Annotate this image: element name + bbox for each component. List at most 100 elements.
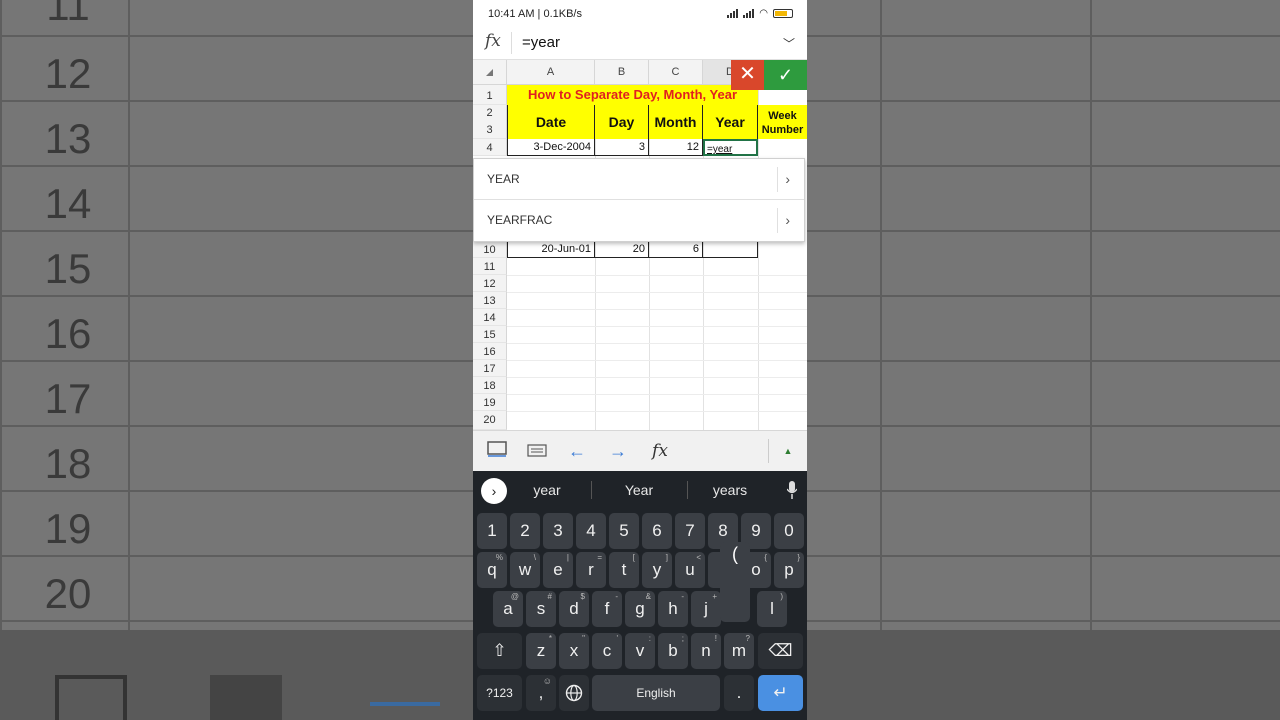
row-header[interactable]: 10 <box>473 241 507 258</box>
background-zoom-left: 11 12 13 14 15 16 17 18 19 20 <box>0 0 473 720</box>
key-b[interactable]: b; <box>658 633 688 669</box>
row-header[interactable]: 1 <box>473 85 507 105</box>
autocomplete-label: YEAR <box>487 172 520 186</box>
key-t[interactable]: t[ <box>609 552 639 588</box>
status-time: 10:41 AM | 0.1KB/s <box>488 8 582 20</box>
key-v[interactable]: v: <box>625 633 655 669</box>
bg-row-number: 17 <box>44 375 92 422</box>
key-c[interactable]: c ' <box>592 633 622 669</box>
cell-b4[interactable]: 3 <box>595 139 649 156</box>
bg-row-number: 16 <box>44 310 92 357</box>
row-header[interactable]: 17 <box>473 360 507 377</box>
suggestion-word[interactable]: years <box>685 482 775 498</box>
globe-icon[interactable] <box>559 675 589 711</box>
bg-row-number: 11 <box>46 0 90 29</box>
bg-row-number: 18 <box>44 440 92 487</box>
header-week-line1: Week <box>768 110 797 122</box>
sheet-title-cell[interactable]: How to Separate Day, Month, Year <box>507 85 758 105</box>
header-week-line2: Number <box>761 124 804 136</box>
cell-b10[interactable]: 20 <box>595 241 649 258</box>
status-bar: 10:41 AM | 0.1KB/s ◠ <box>473 0 807 26</box>
fx-label: fx <box>485 31 501 51</box>
column-header-b[interactable]: B <box>595 60 649 85</box>
expand-up-icon[interactable]: ▲ <box>778 439 798 463</box>
header-cell-date[interactable]: Date <box>507 105 595 139</box>
header-cell-week-number[interactable]: Week Number <box>758 105 807 139</box>
row-header[interactable]: 11 <box>473 258 507 275</box>
header-cell-month[interactable]: Month <box>649 105 703 139</box>
cell-c10[interactable]: 6 <box>649 241 703 258</box>
column-header-c[interactable]: C <box>649 60 703 85</box>
key-n[interactable]: n! <box>691 633 721 669</box>
cell-a10[interactable]: 20-Jun-01 <box>507 241 595 258</box>
chevron-right-icon[interactable]: › <box>777 159 790 200</box>
key-l[interactable]: l) <box>757 591 787 627</box>
select-icon[interactable] <box>485 439 509 463</box>
arrow-left-icon[interactable]: ← <box>565 439 589 463</box>
cell-c4[interactable]: 12 <box>649 139 703 156</box>
function-autocomplete: YEAR › YEARFRAC › <box>473 158 805 242</box>
key-a[interactable]: a @ <box>493 591 523 627</box>
key-p[interactable]: p} <box>774 552 804 588</box>
bg-row-number: 19 <box>44 505 92 552</box>
bg-row-number: 13 <box>44 115 92 162</box>
row-header[interactable]: 12 <box>473 275 507 292</box>
autocomplete-item-yearfrac[interactable]: YEARFRAC › <box>474 200 804 241</box>
phone-screen: 10:41 AM | 0.1KB/s ◠ fx =year ﹀ A B C D <box>473 0 807 720</box>
key-x[interactable]: x " <box>559 633 589 669</box>
formula-bar[interactable]: fx =year ﹀ <box>473 26 807 60</box>
key-m[interactable]: m? <box>724 633 754 669</box>
space-key[interactable]: English <box>592 675 720 711</box>
chevron-right-icon[interactable]: › <box>777 200 790 241</box>
header-cell-day[interactable]: Day <box>595 105 649 139</box>
row-header[interactable]: 4 <box>473 139 507 156</box>
backspace-icon[interactable]: ⌫ <box>758 633 803 669</box>
row-header[interactable]: 18 <box>473 377 507 394</box>
key-press-popup: ( <box>720 542 750 622</box>
row-header[interactable]: 15 <box>473 326 507 343</box>
row-header[interactable]: 3 <box>473 122 507 139</box>
sheet-toolbar: ← → fx ▲ <box>473 430 807 471</box>
signal-icon <box>743 9 755 18</box>
microphone-icon[interactable] <box>787 481 797 499</box>
fx-icon[interactable]: fx <box>647 439 673 463</box>
suggestion-word[interactable]: year <box>502 482 592 498</box>
cell-d4-editing[interactable]: =year <box>703 139 758 156</box>
bg-row-number: 14 <box>44 180 92 227</box>
row-header[interactable]: 13 <box>473 292 507 309</box>
key-u[interactable]: u < <box>675 552 705 588</box>
row-header[interactable]: 20 <box>473 411 507 430</box>
chevron-down-icon[interactable]: ﹀ <box>783 35 795 52</box>
spreadsheet-grid[interactable]: A B C D 1 2 3 4 10 11 12 13 14 15 16 17 … <box>473 60 807 430</box>
bg-row-number: 15 <box>44 245 92 292</box>
cancel-edit-button[interactable]: ✕ <box>731 60 764 90</box>
enter-key-icon[interactable]: ↵ <box>758 675 803 711</box>
wifi-icon: ◠ <box>759 8 768 19</box>
symbols-key[interactable]: ?123 <box>477 675 522 711</box>
accept-edit-button[interactable]: ✓ <box>764 60 807 90</box>
row-header[interactable]: 19 <box>473 394 507 411</box>
formula-input[interactable]: =year <box>522 34 560 51</box>
background-zoom-right <box>807 0 1280 720</box>
suggestion-word[interactable]: Year <box>594 482 684 498</box>
key-q[interactable]: q% <box>477 552 507 588</box>
row-header[interactable]: 16 <box>473 343 507 360</box>
period-key[interactable]: . <box>724 675 754 711</box>
row-header[interactable]: 2 <box>473 105 507 122</box>
column-header-a[interactable]: A <box>507 60 595 85</box>
header-cell-year[interactable]: Year <box>703 105 758 139</box>
arrow-right-icon[interactable]: → <box>606 439 630 463</box>
keyboard-icon[interactable] <box>525 439 549 463</box>
keyboard-suggestion-bar: › year Year years <box>473 471 807 509</box>
select-all-corner[interactable] <box>473 60 507 85</box>
autocomplete-label: YEARFRAC <box>487 213 553 227</box>
battery-icon <box>773 9 793 18</box>
signal-icon <box>727 9 739 18</box>
row-header[interactable]: 14 <box>473 309 507 326</box>
comma-key[interactable]: , ☺ <box>526 675 556 711</box>
cell-d10[interactable] <box>703 241 758 258</box>
cell-a4[interactable]: 3-Dec-2004 <box>507 139 595 156</box>
autocomplete-item-year[interactable]: YEAR › <box>474 159 804 200</box>
bg-toolbar-blur <box>0 630 473 720</box>
shift-key-icon[interactable]: ⇧ <box>477 633 522 669</box>
